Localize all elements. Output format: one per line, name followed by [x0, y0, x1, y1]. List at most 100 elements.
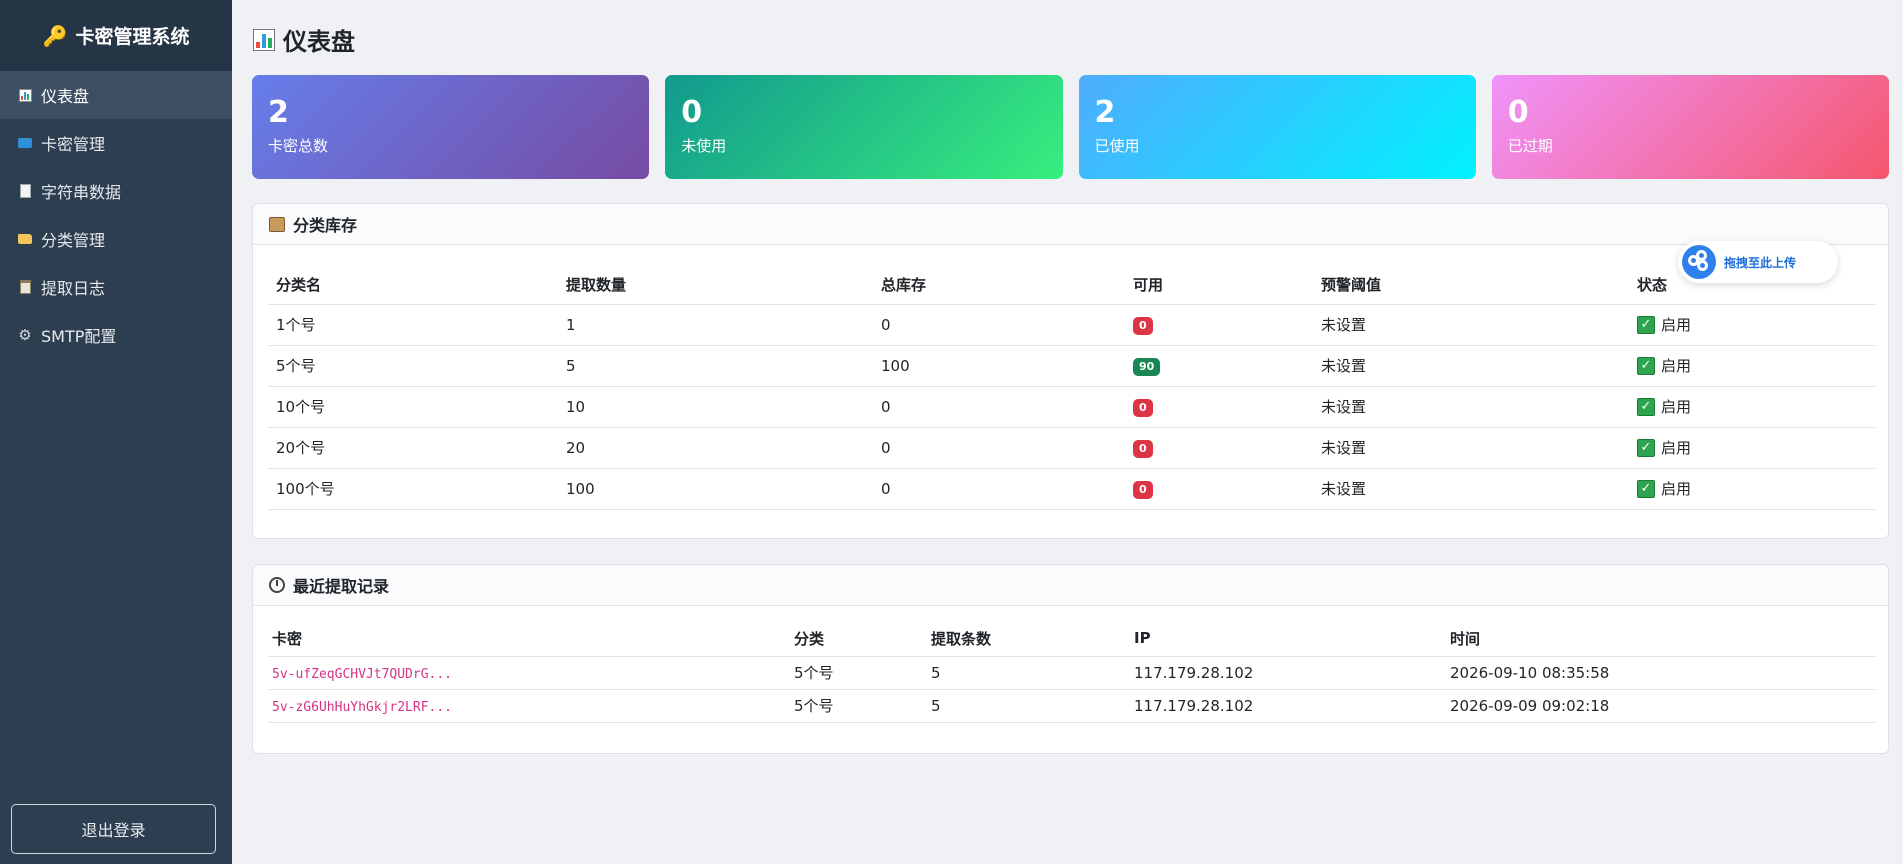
- table-row: 10个号 10 0 0 未设置 ✓ 启用: [268, 386, 1875, 428]
- timestamp: 2026-09-09 09:02:18: [1442, 689, 1875, 723]
- clipboard-icon: [17, 279, 33, 295]
- card-code: 5v-ufZeqGCHVJt7QUDrG...: [272, 666, 453, 682]
- column-header: 分类名: [268, 265, 558, 305]
- total-stock: 0: [873, 427, 1125, 469]
- total-stock: 0: [873, 304, 1125, 346]
- category-name: 20个号: [268, 427, 558, 469]
- stat-value: 0: [1507, 95, 1529, 130]
- extract-count: 20: [558, 427, 873, 469]
- ip-address: 117.179.28.102: [1126, 689, 1442, 723]
- main-content: 仪表盘 2 卡密总数 0 未使用 2 已使用 0 已过期 分类库存 分类名 提取…: [232, 0, 1903, 864]
- extract-count: 5: [558, 345, 873, 387]
- chart-icon: [17, 87, 33, 103]
- table-row: 20个号 20 0 0 未设置 ✓ 启用: [268, 427, 1875, 469]
- column-header: 提取条数: [923, 621, 1126, 657]
- card-code: 5v-zG6UhHuYhGkjr2LRF...: [272, 699, 453, 715]
- brand: 🔑 卡密管理系统: [0, 0, 232, 71]
- upload-drop-button[interactable]: 拖拽至此上传: [1678, 241, 1838, 283]
- category-name: 1个号: [268, 304, 558, 346]
- stat-value: 2: [1094, 95, 1116, 130]
- box-icon: [269, 216, 285, 232]
- sidebar-item-label: SMTP配置: [41, 327, 117, 346]
- sidebar-item-strings[interactable]: 字符串数据: [0, 167, 232, 215]
- extract-count: 1: [558, 304, 873, 346]
- card-icon: [17, 135, 33, 151]
- column-header: 可用: [1125, 265, 1313, 305]
- status: ✓ 启用: [1637, 314, 1691, 335]
- upload-label: 拖拽至此上传: [1724, 255, 1797, 270]
- table-row: 1个号 1 0 0 未设置 ✓ 启用: [268, 304, 1875, 346]
- status-label: 启用: [1661, 398, 1692, 416]
- stats-row: 2 卡密总数 0 未使用 2 已使用 0 已过期: [252, 75, 1889, 179]
- table-row: 5v-ufZeqGCHVJt7QUDrG... 5个号 5 117.179.28…: [268, 656, 1875, 690]
- card-title: 最近提取记录: [293, 577, 390, 596]
- logout-button[interactable]: 退出登录: [11, 804, 216, 854]
- stat-label: 已使用: [1094, 137, 1140, 155]
- sidebar-item-smtp[interactable]: ⚙ SMTP配置: [0, 311, 232, 359]
- chart-icon: [253, 28, 275, 51]
- timestamp: 2026-09-10 08:35:58: [1442, 656, 1875, 690]
- category: 5个号: [786, 689, 923, 723]
- threshold: 未设置: [1313, 386, 1629, 428]
- total-stock: 100: [873, 345, 1125, 387]
- stat-label: 卡密总数: [268, 137, 329, 155]
- records-card: 最近提取记录 卡密 分类 提取条数 IP 时间 5v-ufZeqGCHVJt7Q…: [252, 564, 1889, 754]
- sidebar-item-label: 卡密管理: [41, 135, 106, 154]
- column-header: 时间: [1442, 621, 1875, 657]
- inventory-card: 分类库存 分类名 提取数量 总库存 可用 预警阈值 状态 1个号 1 0 0 未…: [252, 203, 1889, 539]
- sidebar-item-cards[interactable]: 卡密管理: [0, 119, 232, 167]
- brand-title: 卡密管理系统: [75, 26, 190, 48]
- column-header: 卡密: [268, 621, 786, 657]
- document-icon: [17, 183, 33, 199]
- sidebar-item-label: 分类管理: [41, 231, 106, 250]
- column-header: 总库存: [873, 265, 1125, 305]
- table-row: 5v-zG6UhHuYhGkjr2LRF... 5个号 5 117.179.28…: [268, 689, 1875, 723]
- ip-address: 117.179.28.102: [1126, 656, 1442, 690]
- available-badge: 0: [1133, 398, 1153, 417]
- category: 5个号: [786, 656, 923, 690]
- available-badge: 0: [1133, 316, 1153, 335]
- sidebar-item-dashboard[interactable]: 仪表盘: [0, 71, 232, 119]
- table-row: 100个号 100 0 0 未设置 ✓ 启用: [268, 468, 1875, 510]
- extract-count: 5: [923, 656, 1126, 690]
- sidebar-item-logs[interactable]: 提取日志: [0, 263, 232, 311]
- inventory-table: 分类名 提取数量 总库存 可用 预警阈值 状态 1个号 1 0 0 未设置 ✓ 启…: [268, 265, 1875, 510]
- column-header: IP: [1126, 621, 1442, 657]
- card-header: 最近提取记录: [253, 565, 1888, 606]
- check-icon: ✓: [1637, 315, 1655, 334]
- status: ✓ 启用: [1637, 478, 1691, 499]
- column-header: 提取数量: [558, 265, 873, 305]
- key-icon: 🔑: [42, 23, 68, 48]
- threshold: 未设置: [1313, 468, 1629, 510]
- category-name: 10个号: [268, 386, 558, 428]
- table-header-row: 卡密 分类 提取条数 IP 时间: [268, 621, 1875, 657]
- folder-icon: [17, 231, 33, 247]
- status: ✓ 启用: [1637, 396, 1691, 417]
- stat-value: 2: [268, 95, 289, 130]
- page-title: 仪表盘: [253, 22, 355, 57]
- available-badge: 90: [1133, 357, 1161, 376]
- check-icon: ✓: [1637, 479, 1655, 498]
- threshold: 未设置: [1313, 427, 1629, 469]
- stat-card-unused: 0 未使用: [665, 75, 1063, 179]
- stat-card-used: 2 已使用: [1078, 75, 1476, 179]
- card-title: 分类库存: [293, 216, 358, 235]
- extract-count: 5: [923, 689, 1126, 723]
- column-header: 分类: [786, 621, 923, 657]
- table-header-row: 分类名 提取数量 总库存 可用 预警阈值 状态: [268, 265, 1875, 305]
- sidebar-item-label: 字符串数据: [41, 183, 122, 202]
- stat-card-expired: 0 已过期: [1491, 75, 1889, 179]
- total-stock: 0: [873, 386, 1125, 428]
- sidebar: 🔑 卡密管理系统 仪表盘 卡密管理 字符串数据 分类管理 提取日志 ⚙ SMTP…: [0, 0, 232, 864]
- check-icon: ✓: [1637, 397, 1655, 416]
- card-header: 分类库存: [253, 204, 1888, 245]
- available-badge: 0: [1133, 439, 1153, 458]
- status: ✓ 启用: [1637, 437, 1691, 458]
- status-label: 启用: [1661, 357, 1692, 375]
- stat-value: 0: [681, 95, 703, 130]
- sidebar-item-categories[interactable]: 分类管理: [0, 215, 232, 263]
- stat-label: 未使用: [681, 137, 727, 155]
- check-icon: ✓: [1637, 356, 1655, 375]
- records-table: 卡密 分类 提取条数 IP 时间 5v-ufZeqGCHVJt7QUDrG...…: [268, 621, 1875, 723]
- column-header: 预警阈值: [1313, 265, 1629, 305]
